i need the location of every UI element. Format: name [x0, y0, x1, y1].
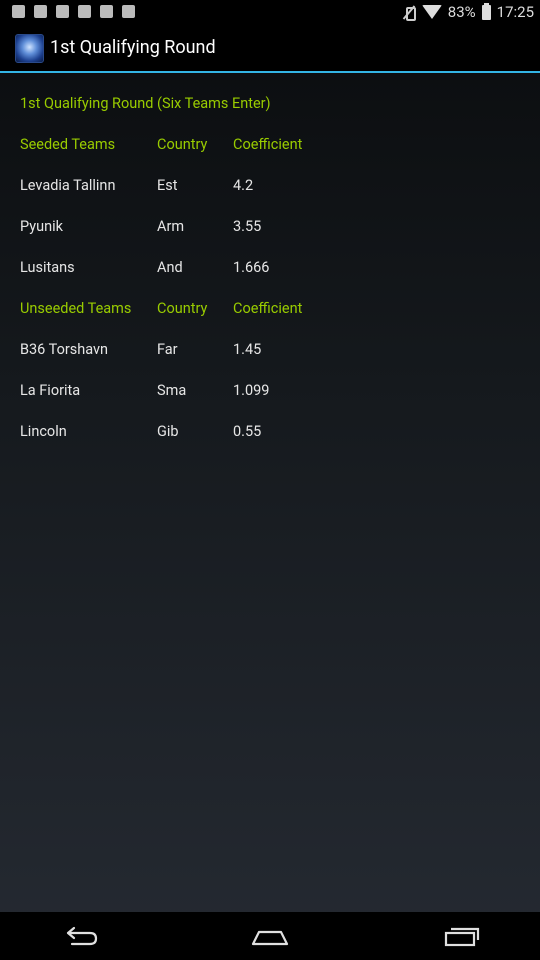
country-header: Country — [157, 136, 208, 153]
seeded-teams-header: Seeded Teams — [20, 136, 116, 153]
team-coefficient: 0.55 — [233, 423, 262, 440]
image-notification-icon — [34, 5, 47, 18]
table-row: Levadia Tallinn Est 4.2 — [0, 177, 540, 201]
table-row: B36 Torshavn Far 1.45 — [0, 341, 540, 365]
team-name: Lincoln — [20, 423, 67, 440]
table-row: Lincoln Gib 0.55 — [0, 423, 540, 447]
system-status: 83% 17:25 — [402, 2, 534, 21]
team-country: Arm — [157, 218, 185, 235]
team-coefficient: 4.2 — [233, 177, 254, 194]
team-coefficient: 1.099 — [233, 382, 270, 399]
coefficient-header: Coefficient — [233, 136, 303, 153]
team-name: Lusitans — [20, 259, 75, 276]
action-bar: 1st Qualifying Round — [0, 25, 540, 73]
team-name: Levadia Tallinn — [20, 177, 116, 194]
team-country: Far — [157, 341, 178, 358]
team-name: Pyunik — [20, 218, 63, 235]
gmail-notification-icon — [56, 5, 69, 18]
screen: 83% 17:25 1st Qualifying Round 1st Quali… — [0, 0, 540, 960]
recent-apps-button[interactable] — [442, 924, 482, 948]
clock: 17:25 — [496, 3, 534, 21]
seeded-header-row: Seeded Teams Country Coefficient — [0, 136, 540, 160]
home-icon — [251, 930, 289, 946]
mute-icon — [402, 5, 416, 21]
notification-icons — [12, 5, 135, 18]
round-heading: 1st Qualifying Round (Six Teams Enter) — [20, 95, 271, 112]
recent-apps-icon — [444, 927, 480, 947]
page-title: 1st Qualifying Round — [50, 37, 216, 58]
chat-notification-icon — [12, 5, 25, 18]
battery-icon — [481, 2, 491, 20]
team-coefficient: 1.666 — [233, 259, 270, 276]
team-country: And — [157, 259, 183, 276]
team-coefficient: 3.55 — [233, 218, 262, 235]
table-row: Lusitans And 1.666 — [0, 259, 540, 283]
country-header: Country — [157, 300, 208, 317]
table-row: La Fiorita Sma 1.099 — [0, 382, 540, 406]
battery-percent: 83% — [447, 3, 476, 21]
facebook-notification-icon — [78, 5, 91, 18]
unseeded-teams-header: Unseeded Teams — [20, 300, 132, 317]
team-country: Gib — [157, 423, 179, 440]
app-logo-icon[interactable] — [15, 34, 44, 63]
shopping-notification-icon — [122, 5, 135, 18]
status-bar: 83% 17:25 — [0, 0, 540, 25]
unseeded-header-row: Unseeded Teams Country Coefficient — [0, 300, 540, 324]
coefficient-header: Coefficient — [233, 300, 303, 317]
team-country: Sma — [157, 382, 187, 399]
team-name: B36 Torshavn — [20, 341, 109, 358]
home-button[interactable] — [250, 924, 290, 948]
navigation-bar — [0, 912, 540, 960]
back-icon — [66, 926, 98, 946]
team-name: La Fiorita — [20, 382, 81, 399]
team-coefficient: 1.45 — [233, 341, 262, 358]
team-country: Est — [157, 177, 178, 194]
table-row: Pyunik Arm 3.55 — [0, 218, 540, 242]
wifi-icon — [421, 5, 442, 19]
back-button[interactable] — [60, 924, 100, 948]
download-notification-icon — [100, 5, 113, 18]
